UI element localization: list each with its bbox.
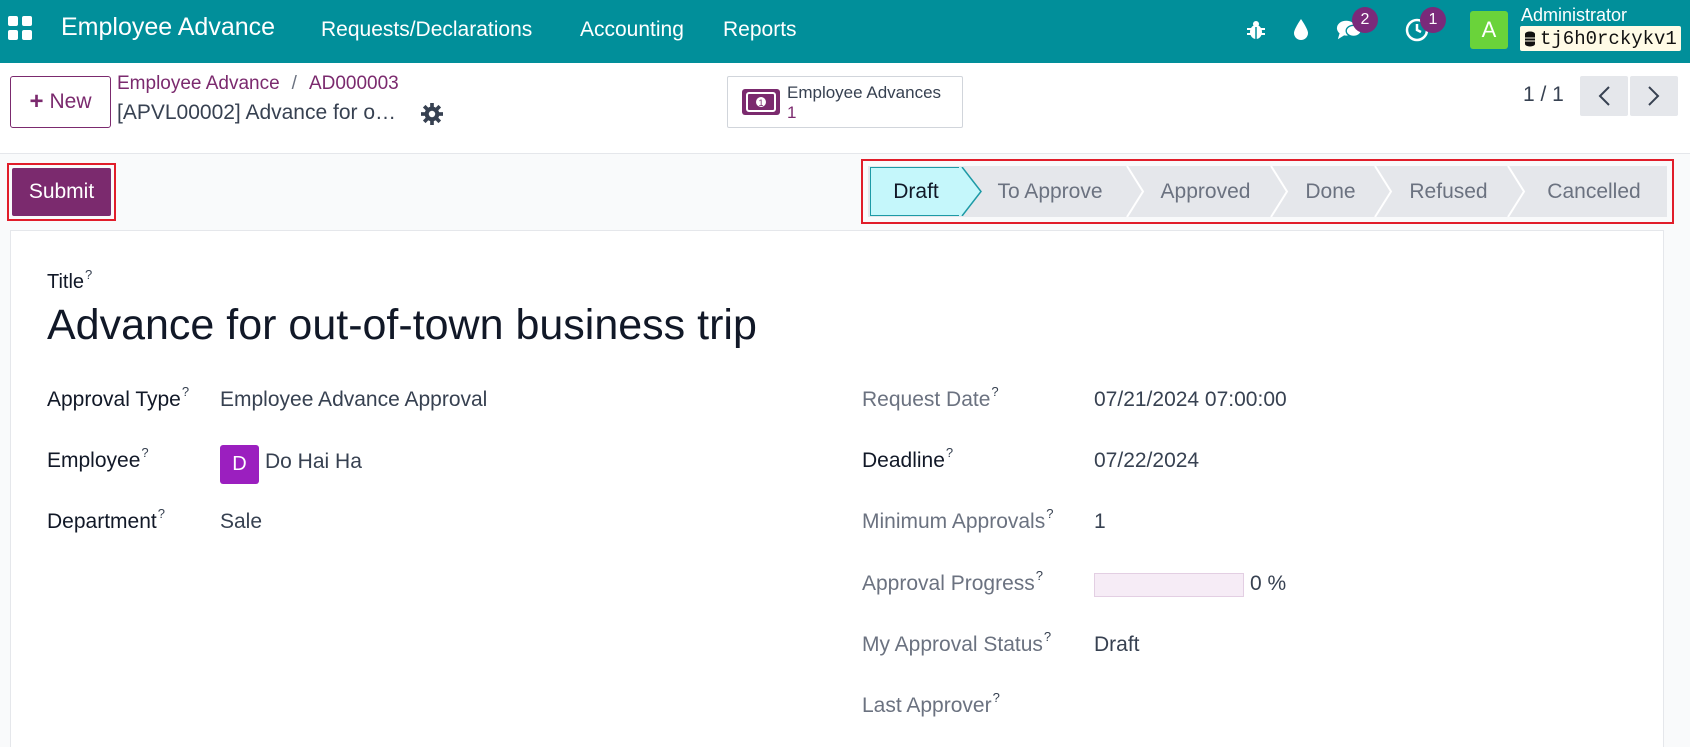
new-button[interactable]: + New <box>10 76 111 128</box>
minimum-approvals-field: 1 <box>1094 510 1106 533</box>
messages-chat-icon[interactable]: 2 <box>1336 7 1378 43</box>
minimum-approvals-label: Minimum Approvals? <box>862 506 1054 533</box>
department-field[interactable]: Sale <box>220 510 262 534</box>
user-avatar[interactable]: A <box>1470 11 1508 49</box>
employee-avatar[interactable]: D <box>220 445 259 484</box>
stage-divider <box>1126 166 1145 217</box>
approval-progress-bar <box>1094 573 1244 597</box>
stage-cancelled[interactable]: Cancelled <box>1525 166 1663 217</box>
submit-button[interactable]: Submit <box>12 168 111 216</box>
breadcrumb: Employee Advance / AD000003 <box>117 73 399 95</box>
stage-draft[interactable]: Draft <box>870 166 962 217</box>
approval-type-field[interactable]: Employee Advance Approval <box>220 388 487 412</box>
request-date-label: Request Date? <box>862 384 999 411</box>
employee-field[interactable]: Do Hai Ha <box>265 450 362 474</box>
stage-done[interactable]: Done <box>1288 166 1373 217</box>
pager-previous-button[interactable] <box>1580 76 1628 116</box>
menu-reports[interactable]: Reports <box>723 18 797 42</box>
theme-drop-icon[interactable] <box>1288 17 1314 43</box>
deadline-field[interactable]: 07/22/2024 <box>1094 449 1199 473</box>
stage-refused[interactable]: Refused <box>1391 166 1506 217</box>
top-navbar: Employee Advance Requests/Declarations A… <box>0 0 1690 63</box>
pager-value[interactable]: 1 / 1 <box>1523 83 1564 107</box>
employee-label: Employee? <box>47 445 149 472</box>
stage-bar: Draft To Approve Approved Done Refused C… <box>861 159 1674 224</box>
title-field[interactable]: Advance for out-of-town business trip <box>47 301 757 350</box>
stage-divider <box>1507 166 1526 217</box>
stage-approved[interactable]: Approved <box>1143 166 1268 217</box>
gear-icon[interactable] <box>421 103 443 125</box>
breadcrumb-current[interactable]: AD000003 <box>309 73 399 94</box>
plus-icon: + <box>29 88 44 115</box>
apps-grid-icon[interactable] <box>8 16 32 40</box>
my-approval-status-label: My Approval Status? <box>862 629 1052 656</box>
menu-accounting[interactable]: Accounting <box>580 18 684 42</box>
activities-count-badge: 1 <box>1420 7 1446 33</box>
pager-next-button[interactable] <box>1630 76 1678 116</box>
stage-divider <box>1374 166 1393 217</box>
money-bill-icon: 1 <box>742 89 780 115</box>
my-approval-status-field: Draft <box>1094 633 1140 656</box>
breadcrumb-separator: / <box>291 73 297 94</box>
deadline-label: Deadline? <box>862 445 954 472</box>
record-title: [APVL00002] Advance for o… <box>117 101 397 124</box>
approval-type-label: Approval Type? <box>47 384 190 411</box>
chevron-right-icon <box>1648 86 1660 106</box>
breadcrumb-root[interactable]: Employee Advance <box>117 73 280 94</box>
approval-progress-label: Approval Progress? <box>862 568 1043 595</box>
app-title[interactable]: Employee Advance <box>61 13 275 42</box>
debug-bug-icon[interactable] <box>1243 17 1269 43</box>
chevron-left-icon <box>1598 86 1610 106</box>
stage-to-approve[interactable]: To Approve <box>975 166 1125 217</box>
form-sheet: Title? Advance for out-of-town business … <box>10 230 1664 747</box>
submit-highlight: Submit <box>7 163 116 221</box>
stage-divider <box>1270 166 1289 217</box>
smart-button-count: 1 <box>787 103 797 122</box>
messages-count-badge: 2 <box>1352 7 1378 33</box>
activity-clock-icon[interactable]: 1 <box>1404 7 1446 43</box>
database-tag: tj6h0rckykv1 <box>1520 26 1681 51</box>
database-icon <box>1525 31 1535 46</box>
request-date-field[interactable]: 07/21/2024 07:00:00 <box>1094 388 1287 412</box>
database-name: tj6h0rckykv1 <box>1540 27 1677 50</box>
title-label: Title? <box>47 267 93 293</box>
smart-button-label: Employee Advances <box>787 83 942 102</box>
status-bar: Submit Draft To Approve Approved Done Re… <box>0 154 1690 230</box>
user-name[interactable]: Administrator <box>1521 5 1627 26</box>
menu-requests-declarations[interactable]: Requests/Declarations <box>321 18 532 42</box>
last-approver-label: Last Approver? <box>862 690 1000 717</box>
employee-advances-smart-button[interactable]: 1 Employee Advances 1 <box>727 76 963 128</box>
department-label: Department? <box>47 506 165 533</box>
approval-progress-text: 0 % <box>1250 572 1287 595</box>
control-panel: + New Employee Advance / AD000003 [APVL000… <box>0 63 1690 154</box>
new-button-label: New <box>49 90 92 113</box>
svg-text:1: 1 <box>758 98 763 108</box>
